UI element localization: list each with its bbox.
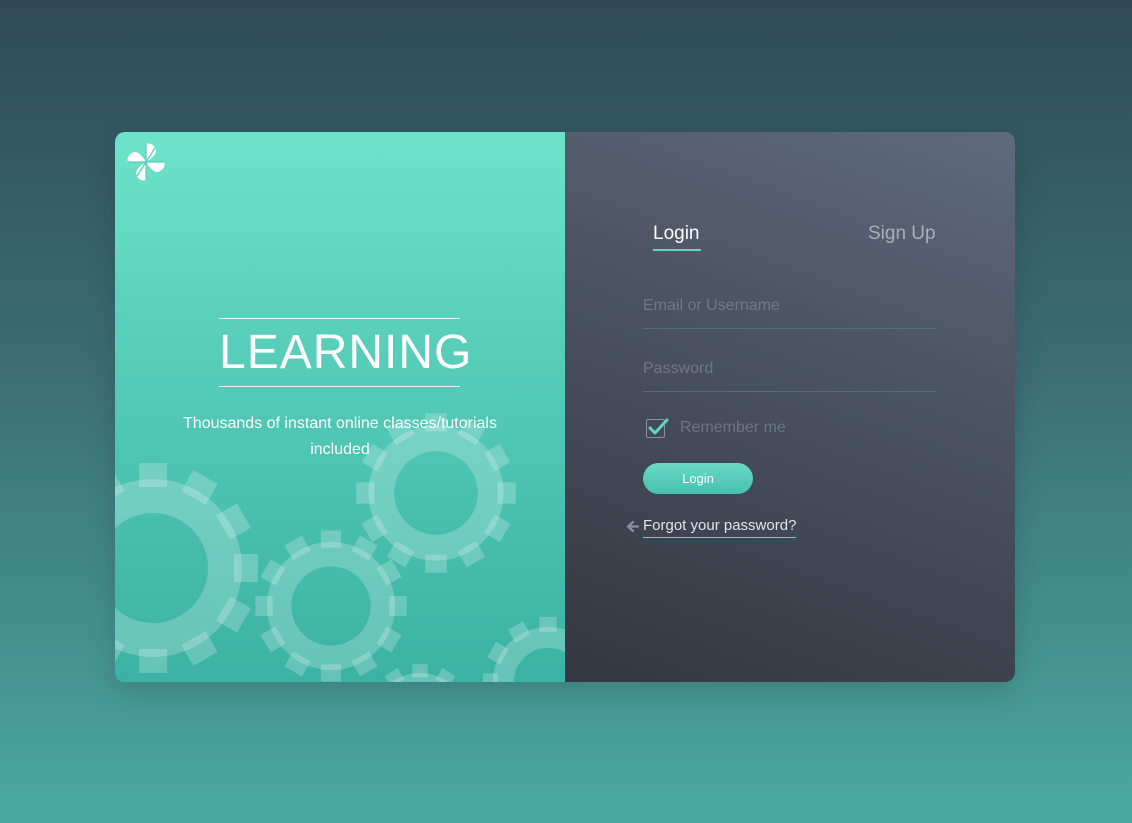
brand-panel: LEARNING Thousands of instant online cla… (115, 132, 565, 682)
tab-active-indicator (653, 249, 701, 251)
auth-panel: Login Sign Up Remember me Login Forgot y… (565, 132, 1015, 682)
gears-icon (115, 132, 565, 682)
remember-checkbox[interactable] (646, 418, 669, 438)
clover-logo-icon (127, 143, 165, 181)
brand-title: LEARNING (219, 318, 471, 387)
tab-sign-up[interactable]: Sign Up (868, 223, 936, 245)
checkmark-icon (648, 418, 669, 435)
brand-tagline: Thousands of instant online classes/tuto… (183, 415, 497, 458)
remember-label: Remember me (680, 419, 786, 436)
arrow-left-icon (626, 520, 639, 533)
tab-login[interactable]: Login (653, 223, 700, 245)
login-card: LEARNING Thousands of instant online cla… (115, 132, 1015, 682)
password-field[interactable] (643, 347, 936, 392)
email-field[interactable] (643, 284, 936, 329)
forgot-password-link[interactable]: Forgot your password? (643, 517, 797, 538)
login-button[interactable]: Login (643, 463, 753, 494)
